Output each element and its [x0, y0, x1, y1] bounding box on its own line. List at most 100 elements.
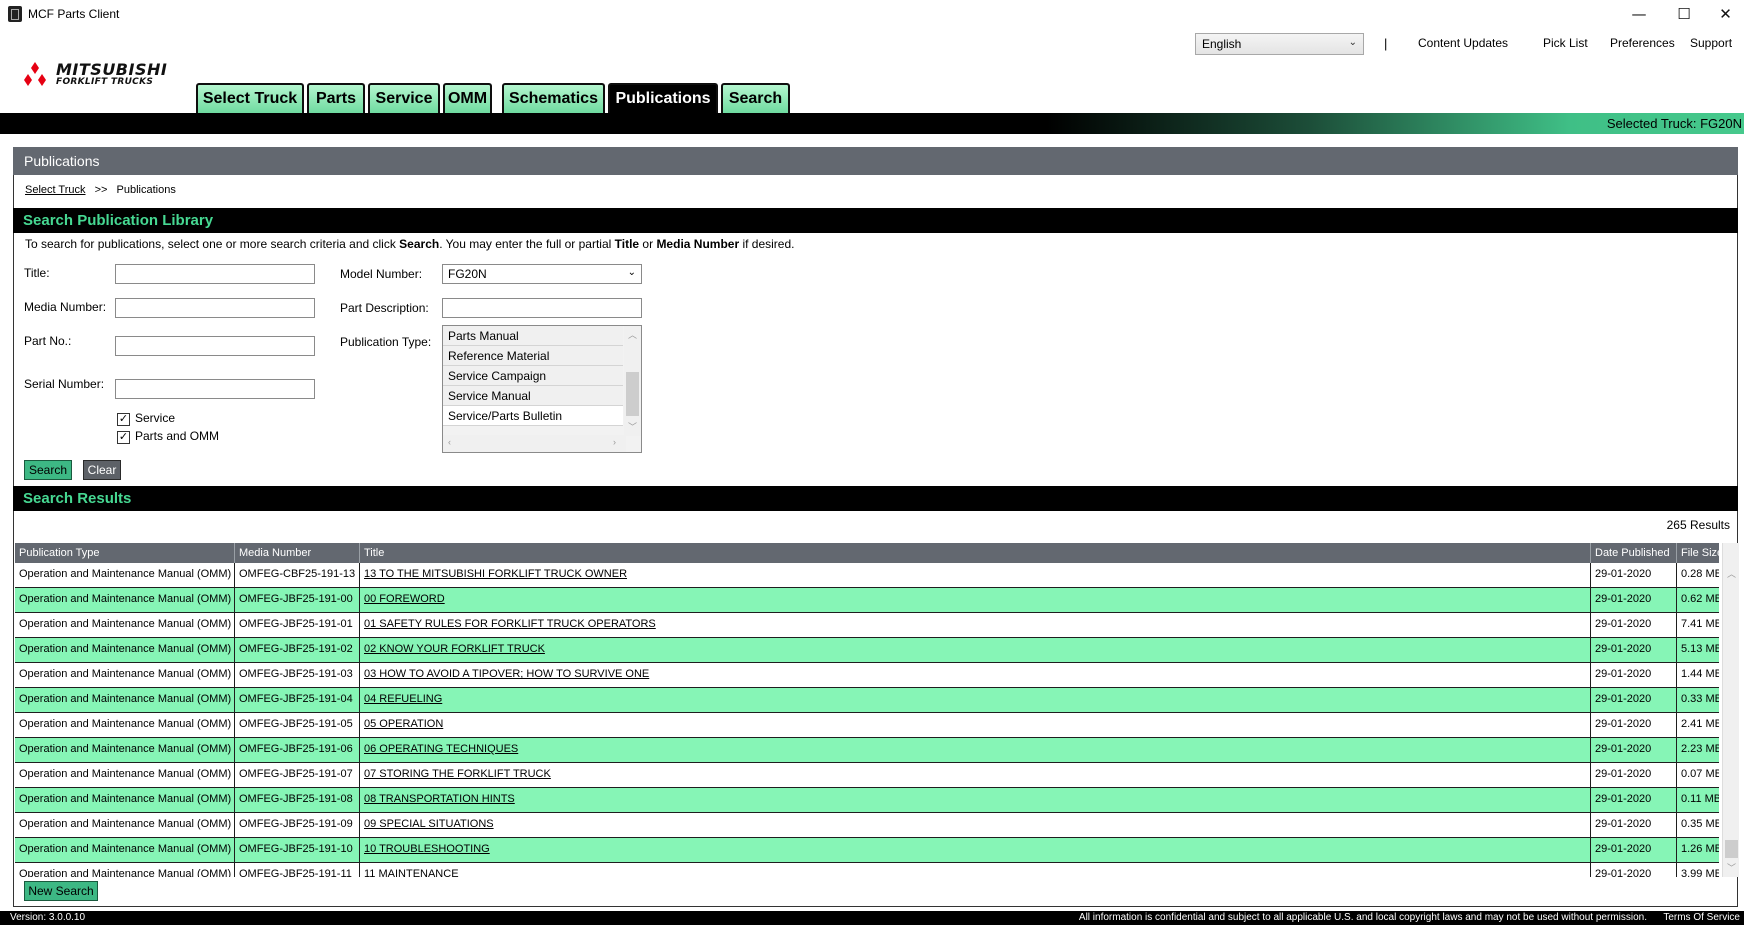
table-row[interactable]: Operation and Maintenance Manual (OMM) OM…: [15, 663, 1719, 688]
tab-schematics[interactable]: Schematics: [502, 83, 605, 113]
scroll-left-icon[interactable]: ‹: [448, 437, 451, 447]
table-row[interactable]: Operation and Maintenance Manual (OMM) OM…: [15, 763, 1719, 788]
cell-file-size: 0.07 MB: [1677, 763, 1719, 788]
table-row[interactable]: Operation and Maintenance Manual (OMM) OM…: [15, 738, 1719, 763]
cell-media-number: OMFEG-JBF25-191-10: [235, 838, 360, 863]
cell-media-number: OMFEG-JBF25-191-07: [235, 763, 360, 788]
cell-file-size: 5.13 MB: [1677, 638, 1719, 663]
cell-file-size: 3.99 MB: [1677, 863, 1719, 877]
publication-title-link[interactable]: 11 MAINTENANCE: [360, 863, 1591, 877]
pubtype-option[interactable]: Reference Material: [443, 346, 623, 366]
pubtype-option[interactable]: Service/Parts Bulletin: [443, 406, 623, 426]
publication-title-link[interactable]: 06 OPERATING TECHNIQUES: [360, 738, 1591, 763]
scroll-down-icon[interactable]: ﹀: [1727, 861, 1736, 874]
listbox-vertical-scrollbar[interactable]: ︿ ﹀: [624, 326, 641, 436]
table-row[interactable]: Operation and Maintenance Manual (OMM) OM…: [15, 688, 1719, 713]
table-row[interactable]: Operation and Maintenance Manual (OMM) OM…: [15, 863, 1719, 877]
part-no-input[interactable]: [115, 336, 315, 356]
breadcrumb-select-truck-link[interactable]: Select Truck: [25, 184, 86, 196]
publication-type-label: Publication Type:: [340, 335, 432, 349]
pubtype-option[interactable]: Parts Manual: [443, 326, 623, 346]
publication-title-link[interactable]: 03 HOW TO AVOID A TIPOVER; HOW TO SURVIV…: [360, 663, 1591, 688]
col-publication-type[interactable]: Publication Type: [15, 543, 235, 563]
mitsubishi-logo: MITSUBISHI FORKLIFT TRUCKS: [22, 60, 182, 92]
table-row[interactable]: Operation and Maintenance Manual (OMM) OM…: [15, 638, 1719, 663]
clear-button[interactable]: Clear: [83, 460, 121, 480]
breadcrumb: Select Truck >> Publications: [25, 184, 176, 196]
part-description-input[interactable]: [442, 298, 642, 318]
cell-file-size: 0.62 MB: [1677, 588, 1719, 613]
publication-type-listbox[interactable]: Parts Manual Reference Material Service …: [442, 325, 642, 453]
publication-title-link[interactable]: 09 SPECIAL SITUATIONS: [360, 813, 1591, 838]
scroll-thumb[interactable]: [626, 372, 639, 416]
col-file-size[interactable]: File Size: [1677, 543, 1719, 563]
instr-text-3: or: [639, 237, 657, 251]
table-row[interactable]: Operation and Maintenance Manual (OMM) OM…: [15, 713, 1719, 738]
search-instructions: To search for publications, select one o…: [25, 237, 794, 251]
cell-date-published: 29-01-2020: [1591, 613, 1677, 638]
pubtype-option[interactable]: Service Campaign: [443, 366, 623, 386]
scroll-thumb[interactable]: [1725, 840, 1738, 858]
tab-search[interactable]: Search: [721, 83, 790, 113]
model-number-select[interactable]: FG20N ⌄: [442, 264, 642, 284]
header-band: [0, 113, 1744, 134]
scroll-up-icon[interactable]: ︿: [628, 328, 637, 341]
table-row[interactable]: Operation and Maintenance Manual (OMM) OM…: [15, 838, 1719, 863]
table-row[interactable]: Operation and Maintenance Manual (OMM) OM…: [15, 788, 1719, 813]
title-input[interactable]: [115, 264, 315, 284]
cell-date-published: 29-01-2020: [1591, 788, 1677, 813]
app-icon: [8, 6, 22, 22]
cell-file-size: 0.28 MB: [1677, 563, 1719, 588]
col-date-published[interactable]: Date Published: [1591, 543, 1677, 563]
minimize-button[interactable]: —: [1616, 0, 1662, 28]
search-results-heading: Search Results: [13, 486, 1738, 511]
new-search-button[interactable]: New Search: [24, 881, 98, 901]
scroll-down-icon[interactable]: ﹀: [628, 420, 637, 433]
table-row[interactable]: Operation and Maintenance Manual (OMM) OM…: [15, 613, 1719, 638]
publication-title-link[interactable]: 10 TROUBLESHOOTING: [360, 838, 1591, 863]
terms-of-service-link[interactable]: Terms Of Service: [1663, 912, 1740, 923]
publication-title-link[interactable]: 08 TRANSPORTATION HINTS: [360, 788, 1591, 813]
service-checkbox[interactable]: ✓: [117, 413, 130, 426]
language-select[interactable]: English ⌄: [1195, 33, 1364, 55]
scroll-up-icon[interactable]: ︿: [1727, 567, 1736, 580]
table-row[interactable]: Operation and Maintenance Manual (OMM) OM…: [15, 563, 1719, 588]
table-row[interactable]: Operation and Maintenance Manual (OMM) OM…: [15, 588, 1719, 613]
col-title[interactable]: Title: [360, 543, 1591, 563]
parts-omm-checkbox[interactable]: ✓: [117, 431, 130, 444]
col-media-number[interactable]: Media Number: [235, 543, 360, 563]
tab-publications[interactable]: Publications: [608, 83, 718, 113]
table-row[interactable]: Operation and Maintenance Manual (OMM) OM…: [15, 813, 1719, 838]
scroll-right-icon[interactable]: ›: [613, 437, 616, 447]
publication-title-link[interactable]: 01 SAFETY RULES FOR FORKLIFT TRUCK OPERA…: [360, 613, 1591, 638]
publication-title-link[interactable]: 07 STORING THE FORKLIFT TRUCK: [360, 763, 1591, 788]
tab-parts[interactable]: Parts: [307, 83, 365, 113]
publication-title-link[interactable]: 02 KNOW YOUR FORKLIFT TRUCK: [360, 638, 1591, 663]
cell-file-size: 0.35 MB: [1677, 813, 1719, 838]
cell-file-size: 1.26 MB: [1677, 838, 1719, 863]
media-number-input[interactable]: [115, 298, 315, 318]
listbox-horizontal-scrollbar[interactable]: ‹ ›: [443, 435, 626, 452]
publication-title-link[interactable]: 05 OPERATION: [360, 713, 1591, 738]
pubtype-option[interactable]: Service Manual: [443, 386, 623, 406]
publication-title-link[interactable]: 13 TO THE MITSUBISHI FORKLIFT TRUCK OWNE…: [360, 563, 1591, 588]
cell-media-number: OMFEG-JBF25-191-00: [235, 588, 360, 613]
maximize-button[interactable]: ☐: [1661, 0, 1707, 28]
publication-title-link[interactable]: 00 FOREWORD: [360, 588, 1591, 613]
cell-publication-type: Operation and Maintenance Manual (OMM): [15, 688, 235, 713]
tab-select-truck[interactable]: Select Truck: [196, 83, 304, 113]
content-updates-link[interactable]: Content Updates: [1418, 36, 1508, 50]
close-button[interactable]: ✕: [1707, 0, 1744, 28]
serial-number-input[interactable]: [115, 379, 315, 399]
results-vertical-scrollbar[interactable]: ︿ ﹀: [1722, 543, 1739, 877]
tab-omm[interactable]: OMM: [443, 83, 492, 113]
pick-list-link[interactable]: Pick List: [1543, 36, 1588, 50]
publication-title-link[interactable]: 04 REFUELING: [360, 688, 1591, 713]
support-link[interactable]: Support: [1690, 36, 1732, 50]
search-button[interactable]: Search: [24, 460, 72, 480]
cell-publication-type: Operation and Maintenance Manual (OMM): [15, 813, 235, 838]
preferences-link[interactable]: Preferences: [1610, 36, 1675, 50]
chevron-down-icon: ⌄: [627, 267, 636, 278]
tab-service[interactable]: Service: [368, 83, 440, 113]
cell-file-size: 2.23 MB: [1677, 738, 1719, 763]
